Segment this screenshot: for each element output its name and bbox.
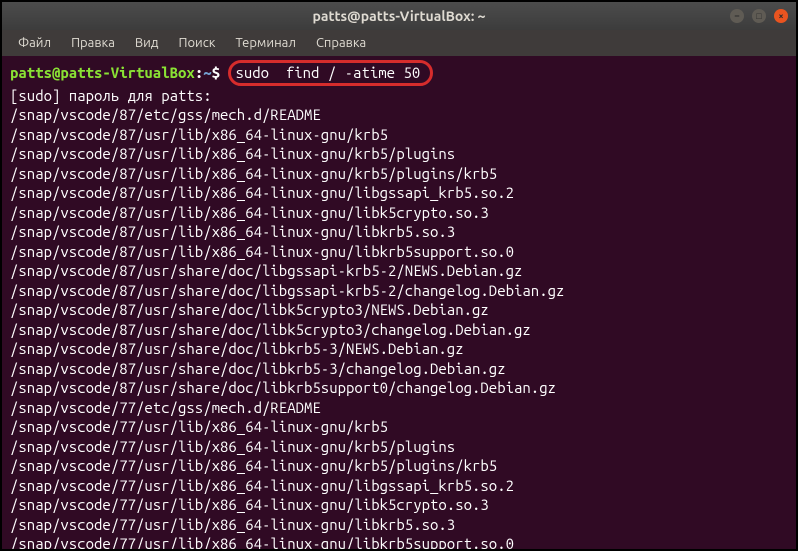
output-line: /snap/vscode/77/usr/lib/x86_64-linux-gnu… [10,535,514,549]
output-line: /snap/vscode/87/usr/share/doc/libk5crypt… [10,301,489,318]
titlebar: patts@patts-VirtualBox: ~ – □ × [2,2,796,30]
prompt-dollar: $ [212,64,220,81]
output-line: /snap/vscode/87/usr/lib/x86_64-linux-gnu… [10,126,388,143]
output-line: /snap/vscode/77/usr/lib/x86_64-linux-gnu… [10,418,388,435]
maximize-button[interactable]: □ [752,9,766,23]
output-line: /snap/vscode/87/usr/share/doc/libkrb5-3/… [10,360,506,377]
output-line: /snap/vscode/77/usr/lib/x86_64-linux-gnu… [10,516,455,533]
window-controls: – □ × [730,9,788,23]
output-line: /snap/vscode/87/usr/share/doc/libkrb5-3/… [10,340,464,357]
command-text: sudo find / -atime 50 [235,64,420,81]
output-line: [sudo] пароль для patts: [10,87,212,104]
output-line: /snap/vscode/87/usr/lib/x86_64-linux-gnu… [10,165,497,182]
output-line: /snap/vscode/77/usr/lib/x86_64-linux-gnu… [10,477,514,494]
menu-terminal[interactable]: Терминал [227,34,303,52]
output-line: /snap/vscode/87/usr/share/doc/libgssapi-… [10,282,564,299]
output-line: /snap/vscode/77/usr/lib/x86_64-linux-gnu… [10,457,497,474]
menu-file[interactable]: Файл [10,34,59,52]
minimize-button[interactable]: – [730,9,744,23]
menu-search[interactable]: Поиск [170,34,223,52]
menu-edit[interactable]: Правка [63,34,123,52]
terminal-area[interactable]: patts@patts-VirtualBox:~$ sudo find / -a… [2,56,796,549]
window-title: patts@patts-VirtualBox: ~ [313,8,486,24]
prompt-user-host: patts@patts-VirtualBox [10,64,195,81]
output-line: /snap/vscode/77/usr/lib/x86_64-linux-gnu… [10,496,489,513]
output-line: /snap/vscode/87/usr/lib/x86_64-linux-gnu… [10,184,514,201]
menu-view[interactable]: Вид [127,34,167,52]
output-line: /snap/vscode/87/usr/lib/x86_64-linux-gnu… [10,204,489,221]
menubar: Файл Правка Вид Поиск Терминал Справка [2,30,796,56]
prompt-colon: : [195,64,203,81]
output-line: /snap/vscode/87/usr/lib/x86_64-linux-gnu… [10,145,455,162]
output-line: /snap/vscode/87/usr/share/doc/libgssapi-… [10,262,522,279]
highlighted-command: sudo find / -atime 50 [228,60,433,86]
output-line: /snap/vscode/87/usr/share/doc/libkrb5sup… [10,379,556,396]
output-line: /snap/vscode/77/usr/lib/x86_64-linux-gnu… [10,438,455,455]
menu-help[interactable]: Справка [308,34,374,52]
close-button[interactable]: × [774,9,788,23]
output-line: /snap/vscode/87/etc/gss/mech.d/README [10,106,321,123]
output-line: /snap/vscode/87/usr/lib/x86_64-linux-gnu… [10,223,455,240]
terminal-window: patts@patts-VirtualBox: ~ – □ × Файл Пра… [2,2,796,549]
output-line: /snap/vscode/87/usr/share/doc/libk5crypt… [10,321,531,338]
output-line: /snap/vscode/87/usr/lib/x86_64-linux-gnu… [10,243,514,260]
output-line: /snap/vscode/77/etc/gss/mech.d/README [10,399,321,416]
prompt-path: ~ [203,64,211,81]
